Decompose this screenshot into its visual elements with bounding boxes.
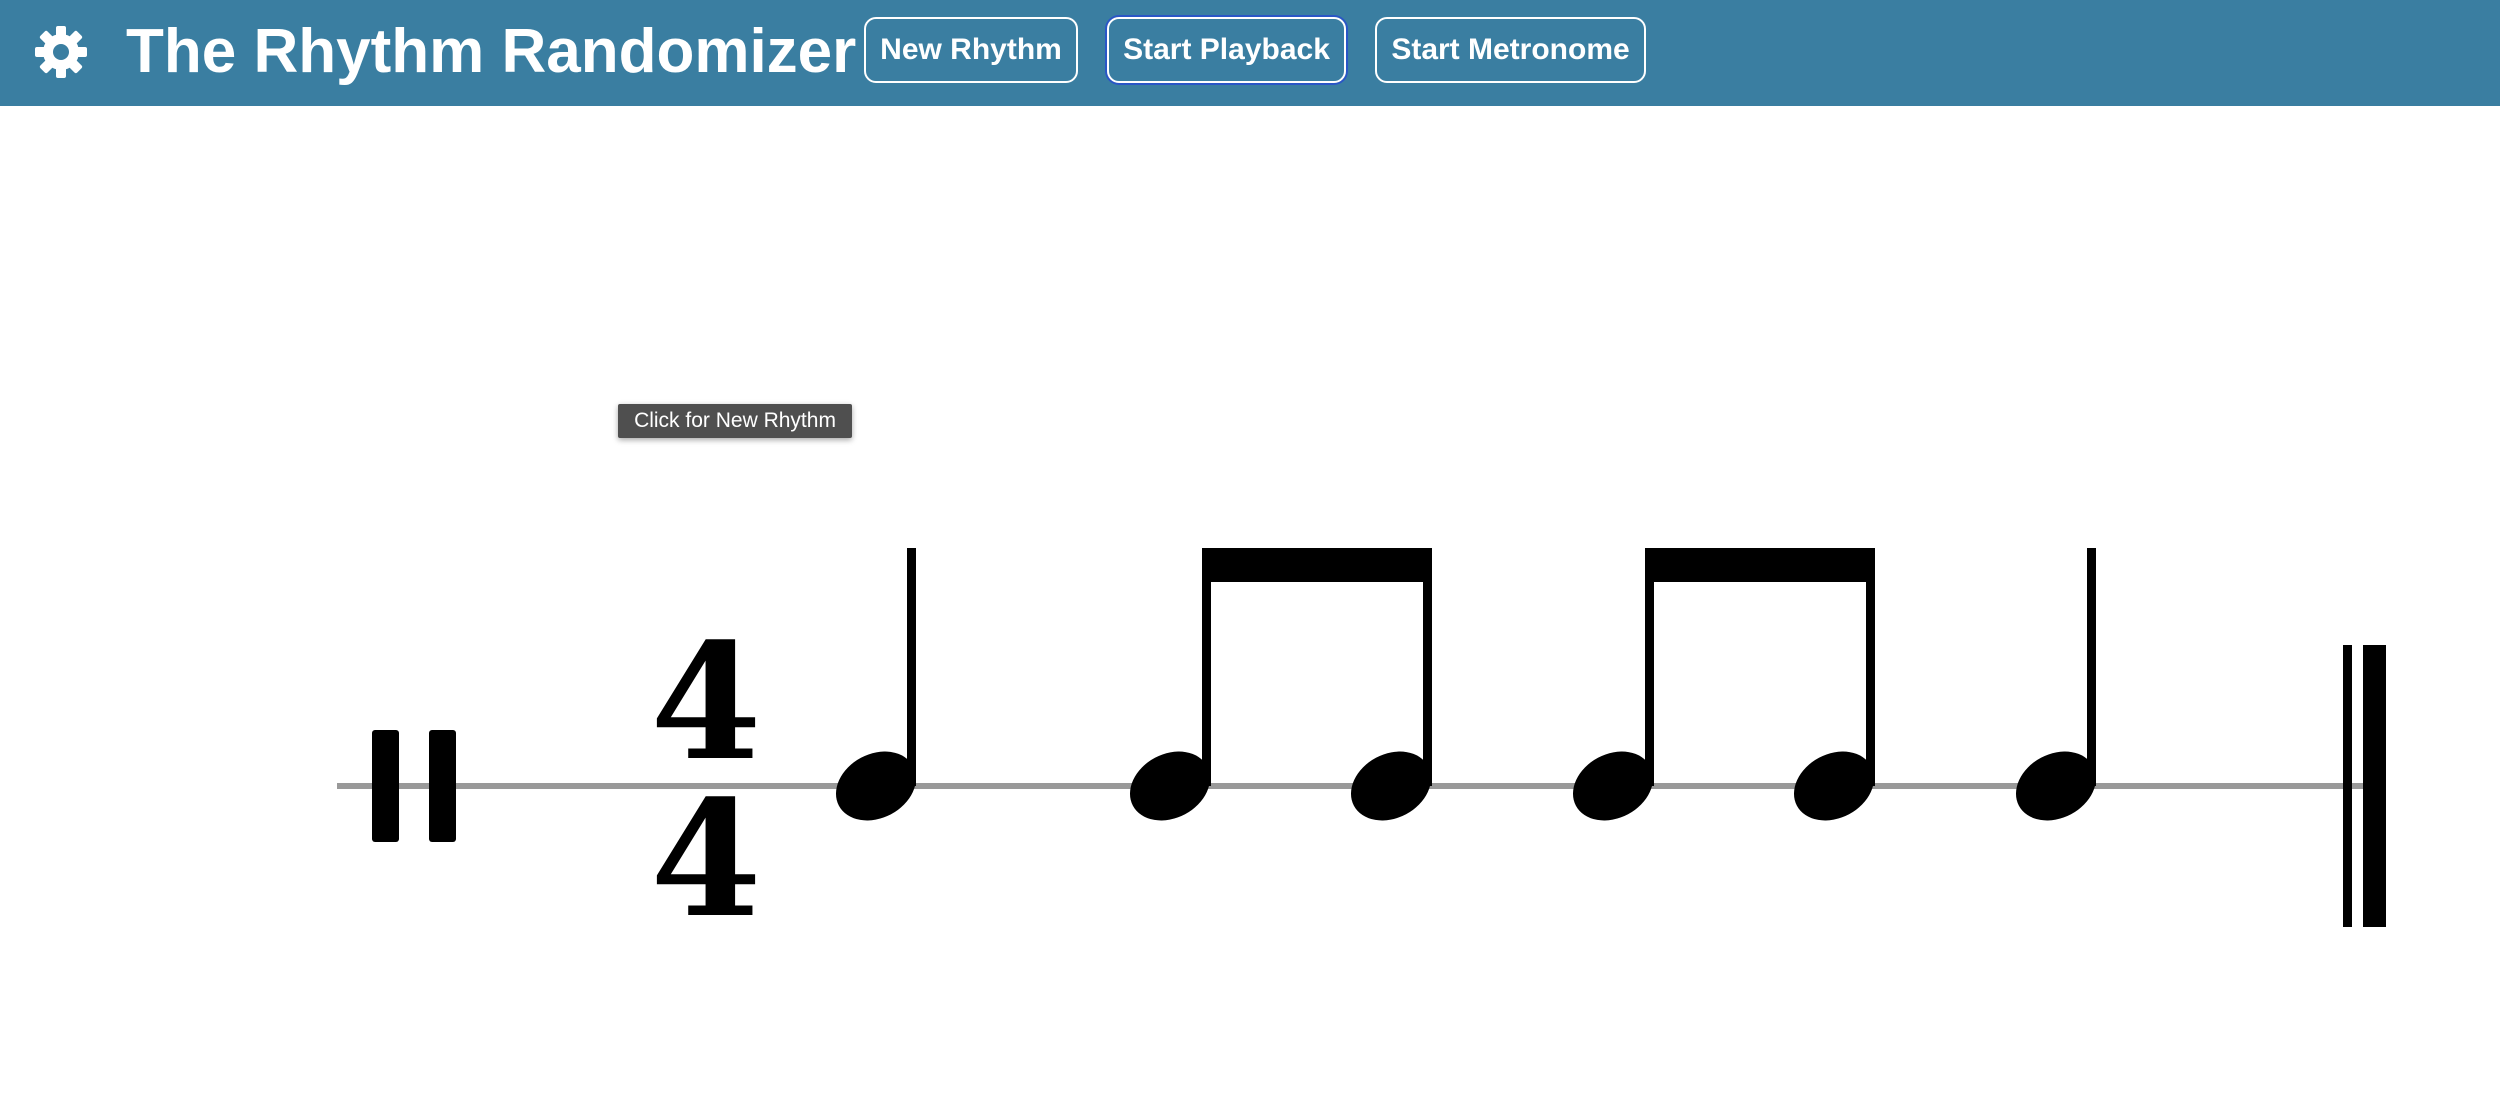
- time-signature-denominator: 4: [650, 765, 761, 953]
- new-rhythm-button[interactable]: New Rhythm: [864, 17, 1078, 83]
- beam: [1645, 548, 1875, 582]
- tooltip: Click for New Rhythm: [618, 404, 852, 438]
- rhythm-staff-area[interactable]: 4 4: [330, 520, 2410, 953]
- beam: [1202, 548, 1432, 582]
- rhythm-notation: 4 4: [330, 520, 2410, 953]
- app-title: The Rhythm Randomizer: [126, 17, 857, 86]
- start-playback-button[interactable]: Start Playback: [1107, 17, 1346, 83]
- gear-icon[interactable]: [34, 25, 88, 79]
- start-metronome-button[interactable]: Start Metronome: [1375, 17, 1646, 83]
- app-header: The Rhythm Randomizer New Rhythm Start P…: [0, 0, 2500, 106]
- time-signature: 4 4: [650, 608, 761, 953]
- final-double-barline: [2343, 645, 2386, 927]
